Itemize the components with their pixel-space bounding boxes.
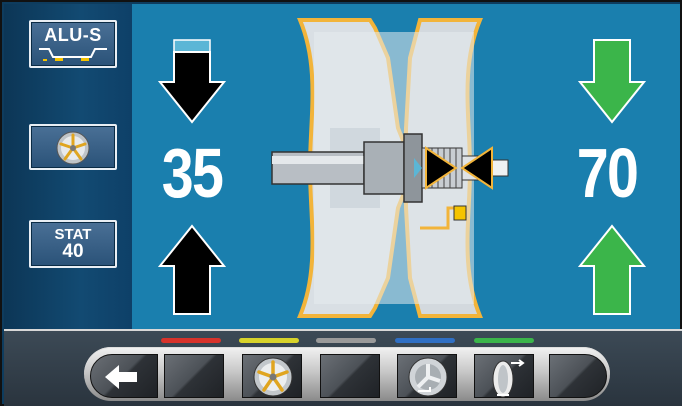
function-bar <box>4 329 682 406</box>
static-balance-button[interactable]: STAT 40 <box>29 220 117 268</box>
color-tab-blue <box>395 338 455 343</box>
f1-button[interactable] <box>164 354 224 398</box>
color-tab-gray <box>316 338 376 343</box>
back-arrow-icon <box>105 365 137 389</box>
color-tab-yellow <box>239 338 299 343</box>
back-button[interactable] <box>90 354 158 398</box>
rim-cross-section-icon <box>271 18 509 318</box>
left-down-arrow-icon[interactable] <box>158 38 226 124</box>
left-up-arrow-icon[interactable] <box>158 224 226 316</box>
wheel-type-button[interactable] <box>29 124 117 170</box>
rim-weight-icon <box>408 357 448 397</box>
inner-weight-value: 35 <box>161 134 224 212</box>
alu-mode-label: ALU-S <box>44 25 102 45</box>
outer-weight-value: 70 <box>576 134 639 212</box>
stat-label: STAT <box>54 226 92 243</box>
color-tab-red <box>161 338 221 343</box>
right-up-arrow-icon[interactable] <box>578 224 646 316</box>
color-tab-green <box>474 338 534 343</box>
sidebar: ALU-S STAT 40 <box>4 4 132 329</box>
balancer-screen: ALU-S STAT 40 35 70 <box>0 0 682 406</box>
alu-mode-button[interactable]: ALU-S <box>29 20 117 68</box>
rim-profile-icon <box>39 48 107 61</box>
f4-rim-weight-button[interactable] <box>397 354 457 398</box>
f5-tire-width-button[interactable] <box>474 354 534 398</box>
alloy-wheel-icon <box>253 357 293 397</box>
tire-width-icon <box>492 359 525 398</box>
right-down-arrow-icon[interactable] <box>578 38 646 124</box>
stat-value: 40 <box>62 241 84 262</box>
f2-wheel-button[interactable] <box>242 354 302 398</box>
f3-button[interactable] <box>320 354 380 398</box>
end-button[interactable] <box>549 354 607 398</box>
alloy-wheel-icon <box>56 131 90 165</box>
